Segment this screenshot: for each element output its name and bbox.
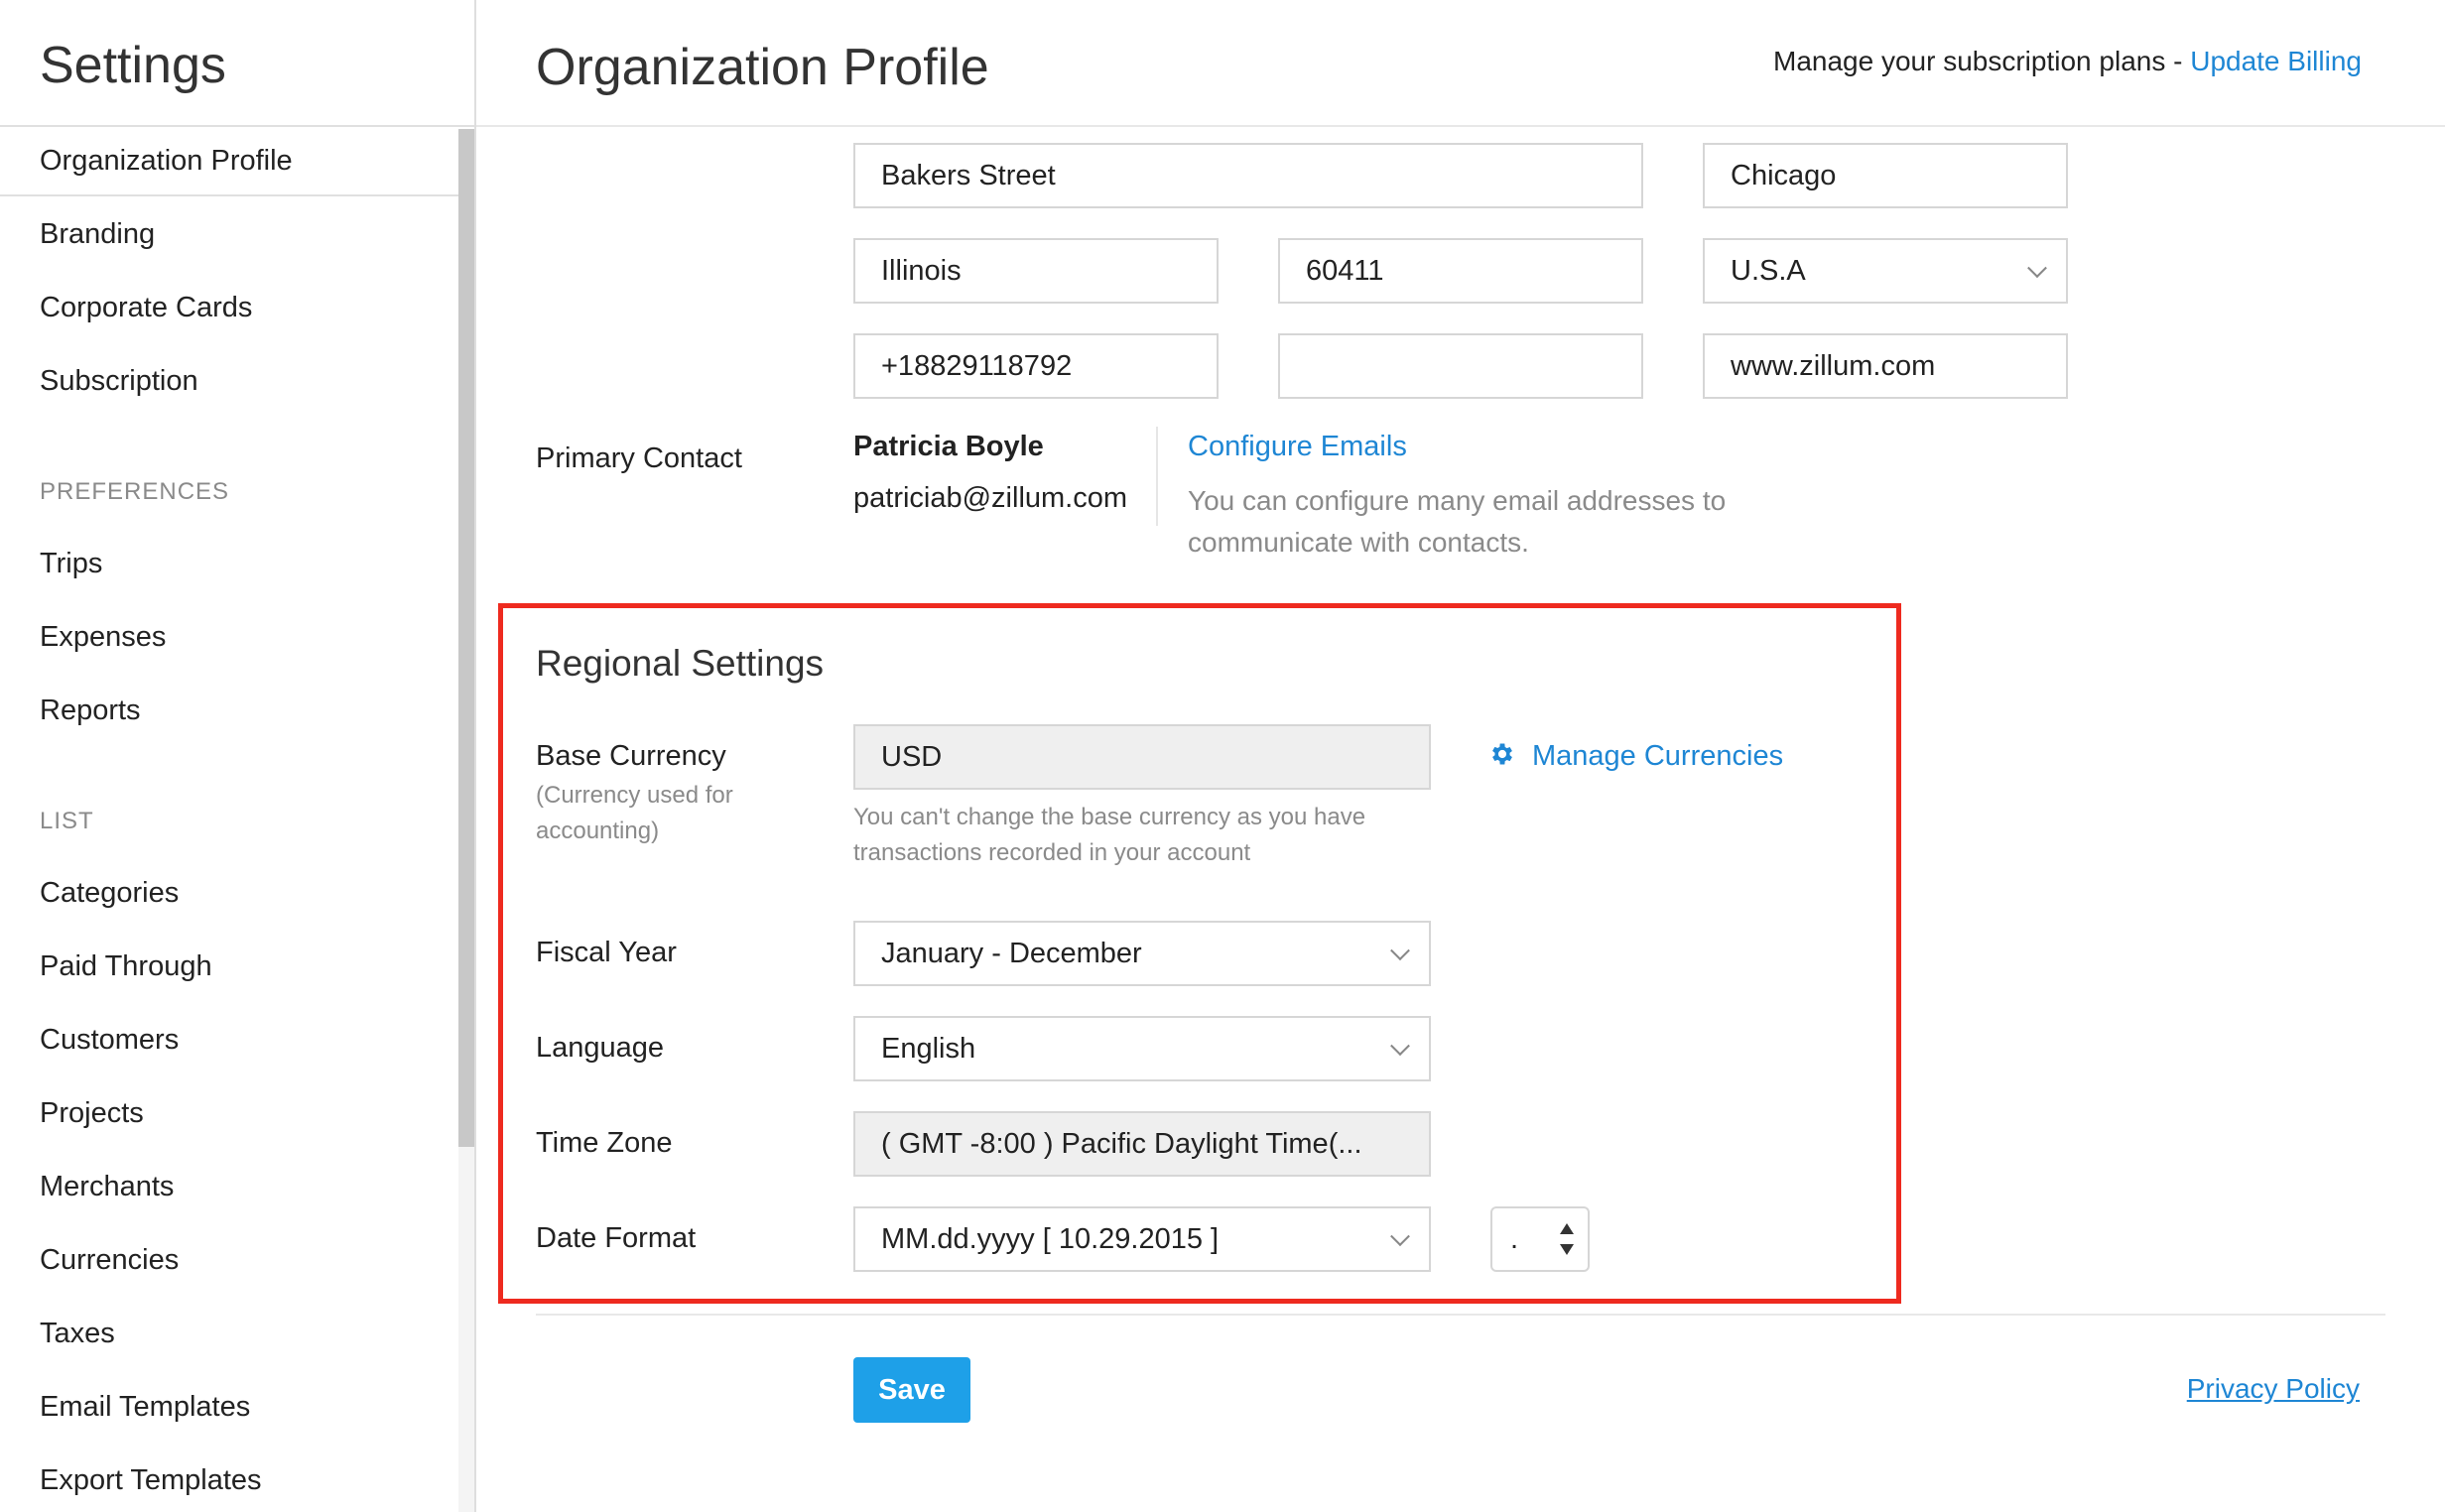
sidebar-item-branding[interactable]: Branding [40,218,155,251]
sidebar-item-projects[interactable]: Projects [40,1097,144,1130]
date-format-select[interactable]: MM.dd.yyyy [ 10.29.2015 ] [853,1206,1431,1272]
contact-divider [1156,427,1158,526]
primary-contact-name: Patricia Boyle [853,431,1044,462]
language-label: Language [536,1032,665,1064]
sidebar-item-trips[interactable]: Trips [40,548,102,580]
date-separator-value: . [1510,1223,1519,1255]
time-zone-input: ( GMT -8:00 ) Pacific Daylight Time(... [853,1111,1431,1177]
gear-icon[interactable] [1488,740,1516,768]
sidebar-item-reports[interactable]: Reports [40,694,141,727]
base-currency-sub-line-2: accounting) [536,818,660,844]
sidebar-item-expenses[interactable]: Expenses [40,621,166,654]
sidebar-item-categories[interactable]: Categories [40,877,179,910]
sidebar-item-corporate-cards[interactable]: Corporate Cards [40,292,252,324]
save-button[interactable]: Save [853,1357,970,1423]
chevron-down-icon [1390,1036,1410,1057]
base-currency-sublabel: (Currency used for accounting) [536,778,794,849]
page-title: Organization Profile [536,39,989,96]
primary-contact-label: Primary Contact [536,442,742,474]
chevron-down-icon [1390,1226,1410,1247]
footer-divider [536,1314,2385,1316]
street-input[interactable]: Bakers Street [853,143,1643,208]
fax-input[interactable] [1278,333,1643,399]
sidebar-item-merchants[interactable]: Merchants [40,1171,174,1203]
country-value: U.S.A [1731,255,1806,287]
sidebar-item-organization-profile[interactable]: Organization Profile [40,145,293,178]
fiscal-year-select[interactable]: January - December [853,921,1431,986]
primary-contact-email: patriciab@zillum.com [853,482,1128,514]
active-item-underline [0,194,458,196]
billing-notice: Manage your subscription plans - Update … [1773,46,2362,77]
configure-emails-hint: You can configure many email addresses t… [1188,480,1726,564]
configure-hint-line-1: You can configure many email addresses t… [1188,485,1727,516]
base-currency-hint-line-2: transactions recorded in your account [853,839,1251,866]
city-input[interactable]: Chicago [1703,143,2068,208]
sidebar-item-export-templates[interactable]: Export Templates [40,1464,262,1497]
base-currency-label: Base Currency [536,740,726,772]
sidebar-item-email-templates[interactable]: Email Templates [40,1391,250,1424]
sidebar-divider [0,125,474,127]
configure-emails-link[interactable]: Configure Emails [1188,431,1407,463]
settings-sidebar: Settings Organization Profile Branding C… [0,0,476,1512]
regional-settings-title: Regional Settings [536,643,825,684]
chevron-down-icon [2027,258,2047,279]
country-select[interactable]: U.S.A [1703,238,2068,304]
zip-input[interactable]: 60411 [1278,238,1643,304]
state-input[interactable]: Illinois [853,238,1219,304]
configure-hint-line-2: communicate with contacts. [1188,527,1529,558]
base-currency-hint: You can't change the base currency as yo… [853,800,1365,871]
sidebar-item-taxes[interactable]: Taxes [40,1318,115,1350]
up-down-arrows-icon [1560,1223,1574,1255]
base-currency-input: USD [853,724,1431,790]
sidebar-item-subscription[interactable]: Subscription [40,365,198,398]
base-currency-sub-line-1: (Currency used for [536,782,733,809]
date-format-value: MM.dd.yyyy [ 10.29.2015 ] [881,1223,1220,1255]
sidebar-heading-list: LIST [40,808,94,834]
website-input[interactable]: www.zillum.com [1703,333,2068,399]
sidebar-item-currencies[interactable]: Currencies [40,1244,179,1277]
chevron-down-icon [1390,941,1410,961]
language-value: English [881,1033,976,1065]
date-format-label: Date Format [536,1222,697,1254]
phone-input[interactable]: +18829118792 [853,333,1219,399]
language-select[interactable]: English [853,1016,1431,1081]
time-zone-label: Time Zone [536,1127,673,1159]
sidebar-heading-preferences: PREFERENCES [40,478,230,505]
sidebar-item-customers[interactable]: Customers [40,1024,179,1057]
privacy-policy-link[interactable]: Privacy Policy [2187,1373,2360,1405]
fiscal-year-value: January - December [881,938,1142,969]
sidebar-title: Settings [40,37,226,94]
sidebar-scrollbar-thumb[interactable] [458,129,474,1147]
update-billing-link[interactable]: Update Billing [2190,46,2362,76]
sidebar-item-paid-through[interactable]: Paid Through [40,950,212,983]
billing-text: Manage your subscription plans - [1773,46,2191,76]
fiscal-year-label: Fiscal Year [536,937,677,968]
manage-currencies-link[interactable]: Manage Currencies [1532,740,1783,773]
date-separator-select[interactable]: . [1490,1206,1590,1272]
base-currency-hint-line-1: You can't change the base currency as yo… [853,804,1366,830]
header-divider [476,125,2445,127]
